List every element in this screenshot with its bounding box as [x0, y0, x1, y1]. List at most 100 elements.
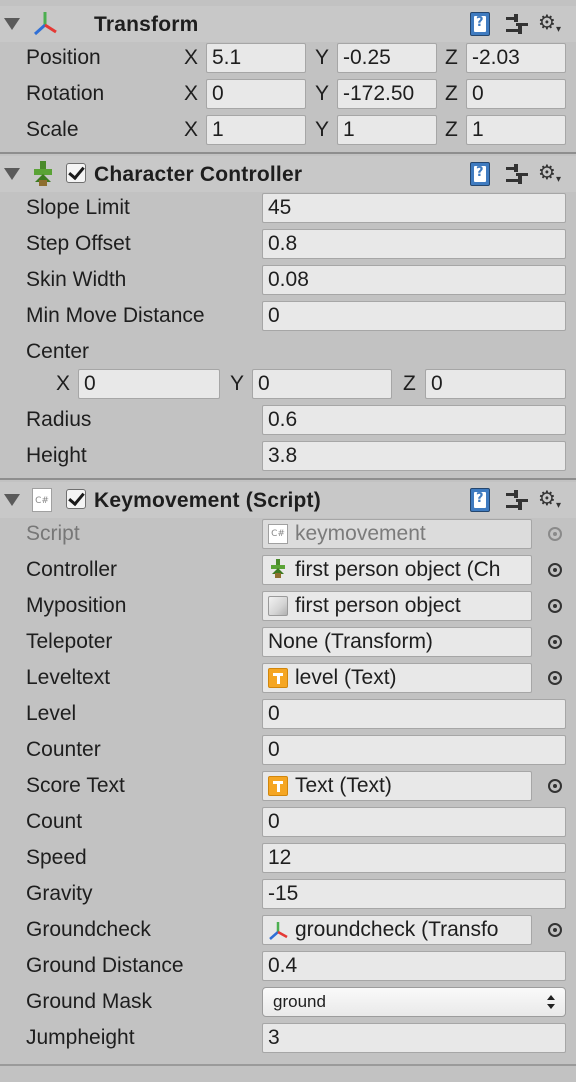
center-x-label: X [56, 372, 71, 395]
gear-icon[interactable]: ⚙▾ [538, 160, 561, 185]
foldout-arrow-icon[interactable] [4, 168, 20, 180]
center-x-field[interactable]: 0 [78, 369, 220, 399]
slope-limit-label: Slope Limit [26, 196, 130, 219]
foldout-arrow-icon[interactable] [4, 18, 20, 30]
step-offset-field[interactable]: 0.8 [262, 229, 566, 259]
help-icon[interactable] [470, 488, 490, 512]
text-icon [268, 776, 288, 796]
gravity-label: Gravity [26, 882, 93, 905]
min-move-distance-label: Min Move Distance [26, 304, 205, 327]
step-offset-label: Step Offset [26, 232, 131, 255]
score-text-value: Text (Text) [295, 774, 392, 797]
help-icon[interactable] [470, 12, 490, 36]
scale-y-field[interactable]: 1 [337, 115, 437, 145]
foldout-arrow-icon[interactable] [4, 494, 20, 506]
script-label: Script [26, 522, 80, 545]
center-label: Center [26, 340, 90, 363]
character-controller-icon [34, 161, 52, 186]
inspector-panel: Transform ⚙▾ Position X 5.1 Y -0.25 Z -2… [0, 0, 576, 1082]
height-field[interactable]: 3.8 [262, 441, 566, 471]
count-label: Count [26, 810, 83, 833]
score-text-label: Score Text [26, 774, 125, 797]
controller-label: Controller [26, 558, 118, 581]
skin-width-label: Skin Width [26, 268, 127, 291]
rotation-z-field[interactable]: 0 [466, 79, 566, 109]
gear-icon[interactable]: ⚙▾ [538, 10, 561, 35]
transform-icon [269, 922, 288, 940]
script-field: C# keymovement [262, 519, 532, 549]
object-picker-icon[interactable] [548, 635, 562, 649]
position-y-label: Y [315, 46, 330, 69]
gear-icon[interactable]: ⚙▾ [538, 486, 561, 511]
scale-x-field[interactable]: 1 [206, 115, 306, 145]
character-controller-enabled-checkbox[interactable] [66, 163, 86, 183]
keymovement-enabled-checkbox[interactable] [66, 489, 86, 509]
object-picker-icon[interactable] [548, 599, 562, 613]
level-label: Level [26, 702, 77, 725]
jumpheight-field[interactable]: 3 [262, 1023, 566, 1053]
myposition-field[interactable]: first person object [262, 591, 532, 621]
keymovement-header[interactable]: C# Keymovement (Script) ⚙▾ [0, 482, 576, 518]
object-picker-icon[interactable] [548, 779, 562, 793]
scale-z-label: Z [445, 118, 458, 141]
center-z-field[interactable]: 0 [425, 369, 566, 399]
radius-field[interactable]: 0.6 [262, 405, 566, 435]
center-y-field[interactable]: 0 [252, 369, 392, 399]
transform-axes-icon [33, 12, 57, 36]
level-field[interactable]: 0 [262, 699, 566, 729]
position-z-label: Z [445, 46, 458, 69]
scale-z-field[interactable]: 1 [466, 115, 566, 145]
groundcheck-label: Groundcheck [26, 918, 151, 941]
telepoter-label: Telepoter [26, 630, 113, 653]
rotation-y-label: Y [315, 82, 330, 105]
rotation-y-field[interactable]: -172.50 [337, 79, 437, 109]
counter-label: Counter [26, 738, 101, 761]
character-controller-header[interactable]: Character Controller ⚙▾ [0, 156, 576, 192]
position-z-field[interactable]: -2.03 [466, 43, 566, 73]
character-controller-icon [271, 559, 285, 578]
rotation-x-label: X [184, 82, 199, 105]
myposition-value: first person object [295, 594, 461, 617]
ground-mask-dropdown[interactable]: ground [262, 987, 566, 1017]
csharp-script-icon: C# [268, 524, 288, 544]
leveltext-field[interactable]: level (Text) [262, 663, 532, 693]
scale-label: Scale [26, 118, 79, 141]
telepoter-field[interactable]: None (Transform) [262, 627, 532, 657]
ground-mask-label: Ground Mask [26, 990, 153, 1013]
gameobject-cube-icon [268, 596, 288, 616]
controller-field[interactable]: first person object (Ch [262, 555, 532, 585]
preset-sliders-icon[interactable] [506, 490, 528, 510]
position-x-field[interactable]: 5.1 [206, 43, 306, 73]
gravity-field[interactable]: -15 [262, 879, 566, 909]
rotation-x-field[interactable]: 0 [206, 79, 306, 109]
jumpheight-label: Jumpheight [26, 1026, 135, 1049]
rotation-label: Rotation [26, 82, 105, 105]
counter-field[interactable]: 0 [262, 735, 566, 765]
object-picker-icon[interactable] [548, 923, 562, 937]
character-controller-title: Character Controller [94, 163, 303, 186]
groundcheck-field[interactable]: groundcheck (Transfo [262, 915, 532, 945]
ground-distance-field[interactable]: 0.4 [262, 951, 566, 981]
height-label: Height [26, 444, 87, 467]
ground-distance-label: Ground Distance [26, 954, 184, 977]
position-x-label: X [184, 46, 199, 69]
controller-value: first person object (Ch [295, 558, 501, 581]
position-y-field[interactable]: -0.25 [337, 43, 437, 73]
help-icon[interactable] [470, 162, 490, 186]
csharp-script-icon: C# [32, 488, 52, 512]
speed-field[interactable]: 12 [262, 843, 566, 873]
script-value: keymovement [295, 522, 426, 545]
section-divider [0, 478, 576, 480]
object-picker-icon[interactable] [548, 671, 562, 685]
object-picker-icon[interactable] [548, 563, 562, 577]
skin-width-field[interactable]: 0.08 [262, 265, 566, 295]
preset-sliders-icon[interactable] [506, 164, 528, 184]
score-text-field[interactable]: Text (Text) [262, 771, 532, 801]
center-y-label: Y [230, 372, 245, 395]
preset-sliders-icon[interactable] [506, 14, 528, 34]
speed-label: Speed [26, 846, 87, 869]
min-move-distance-field[interactable]: 0 [262, 301, 566, 331]
slope-limit-field[interactable]: 45 [262, 193, 566, 223]
transform-header[interactable]: Transform ⚙▾ [0, 6, 576, 42]
count-field[interactable]: 0 [262, 807, 566, 837]
